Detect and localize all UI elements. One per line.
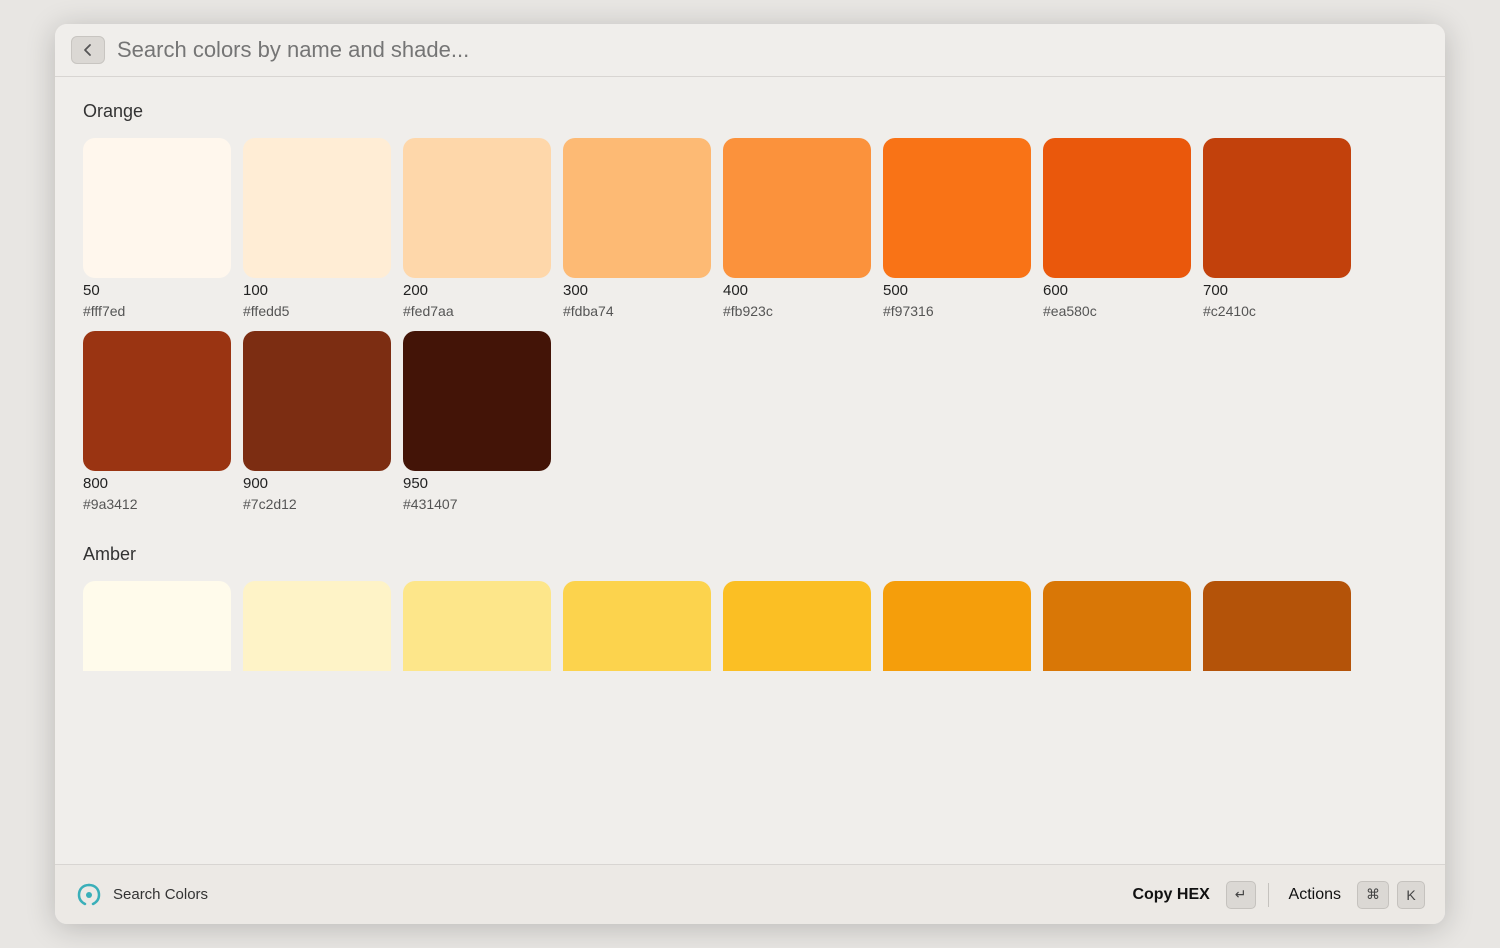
color-shade: 900 [243, 475, 391, 492]
color-shade: 600 [1043, 282, 1191, 299]
cmd-key-badge: ⌘ [1357, 881, 1389, 909]
app-logo-icon [75, 881, 103, 909]
color-shade: 400 [723, 282, 871, 299]
color-card[interactable] [1043, 581, 1191, 671]
content-area: Orange 50 #fff7ed 100 #ffedd5 200 #fed7a… [55, 77, 1445, 864]
color-card[interactable] [403, 581, 551, 671]
color-swatch [403, 331, 551, 471]
color-swatch [243, 581, 391, 671]
color-swatch [83, 331, 231, 471]
color-card[interactable] [723, 581, 871, 671]
color-swatch [563, 581, 711, 671]
enter-key-badge: ↵ [1226, 881, 1256, 909]
color-card[interactable]: 400 #fb923c [723, 138, 871, 319]
app-window: Orange 50 #fff7ed 100 #ffedd5 200 #fed7a… [55, 24, 1445, 924]
back-button[interactable] [71, 36, 105, 64]
color-shade: 300 [563, 282, 711, 299]
search-input[interactable] [117, 37, 1429, 63]
color-card[interactable] [243, 581, 391, 671]
amber-section: Amber [83, 544, 1417, 671]
color-hex: #7c2d12 [243, 496, 391, 512]
color-swatch [883, 581, 1031, 671]
color-card[interactable]: 800 #9a3412 [83, 331, 231, 512]
back-icon [81, 43, 95, 57]
orange-section: Orange 50 #fff7ed 100 #ffedd5 200 #fed7a… [83, 101, 1417, 512]
color-swatch [723, 138, 871, 278]
color-swatch [403, 138, 551, 278]
color-card[interactable]: 600 #ea580c [1043, 138, 1191, 319]
color-card[interactable]: 50 #fff7ed [83, 138, 231, 319]
color-hex: #fb923c [723, 303, 871, 319]
bottom-logo: Search Colors [75, 881, 1124, 909]
amber-section-title: Amber [83, 544, 1417, 565]
color-swatch [83, 581, 231, 671]
color-hex: #ea580c [1043, 303, 1191, 319]
color-hex: #fed7aa [403, 303, 551, 319]
color-swatch [1203, 581, 1351, 671]
k-key-badge: K [1397, 881, 1425, 909]
color-card[interactable]: 100 #ffedd5 [243, 138, 391, 319]
divider [1268, 883, 1269, 907]
color-card[interactable]: 500 #f97316 [883, 138, 1031, 319]
color-swatch [1043, 581, 1191, 671]
amber-color-grid [83, 581, 1417, 671]
orange-section-title: Orange [83, 101, 1417, 122]
color-hex: #c2410c [1203, 303, 1351, 319]
color-swatch [83, 138, 231, 278]
color-hex: #fff7ed [83, 303, 231, 319]
actions-button[interactable]: Actions [1281, 882, 1349, 908]
color-swatch [243, 331, 391, 471]
color-card[interactable]: 300 #fdba74 [563, 138, 711, 319]
color-card[interactable] [563, 581, 711, 671]
color-shade: 100 [243, 282, 391, 299]
color-shade: 950 [403, 475, 551, 492]
color-hex: #9a3412 [83, 496, 231, 512]
bottom-bar: Search Colors Copy HEX ↵ Actions ⌘ K [55, 864, 1445, 924]
color-card[interactable]: 200 #fed7aa [403, 138, 551, 319]
color-card[interactable] [883, 581, 1031, 671]
color-card[interactable]: 700 #c2410c [1203, 138, 1351, 319]
color-card[interactable]: 900 #7c2d12 [243, 331, 391, 512]
color-shade: 500 [883, 282, 1031, 299]
color-swatch [403, 581, 551, 671]
color-hex: #fdba74 [563, 303, 711, 319]
color-card[interactable]: 950 #431407 [403, 331, 551, 512]
color-hex: #f97316 [883, 303, 1031, 319]
color-swatch [723, 581, 871, 671]
color-hex: #431407 [403, 496, 551, 512]
color-shade: 200 [403, 282, 551, 299]
color-shade: 800 [83, 475, 231, 492]
bottom-app-name: Search Colors [113, 886, 208, 903]
search-bar [55, 24, 1445, 77]
color-shade: 50 [83, 282, 231, 299]
color-swatch [1043, 138, 1191, 278]
color-shade: 700 [1203, 282, 1351, 299]
color-card[interactable] [83, 581, 231, 671]
color-swatch [1203, 138, 1351, 278]
color-swatch [563, 138, 711, 278]
copy-hex-button[interactable]: Copy HEX [1124, 882, 1217, 908]
color-swatch [243, 138, 391, 278]
color-hex: #ffedd5 [243, 303, 391, 319]
bottom-actions: Copy HEX ↵ Actions ⌘ K [1124, 881, 1425, 909]
color-swatch [883, 138, 1031, 278]
orange-color-grid: 50 #fff7ed 100 #ffedd5 200 #fed7aa 300 #… [83, 138, 1417, 512]
color-card[interactable] [1203, 581, 1351, 671]
